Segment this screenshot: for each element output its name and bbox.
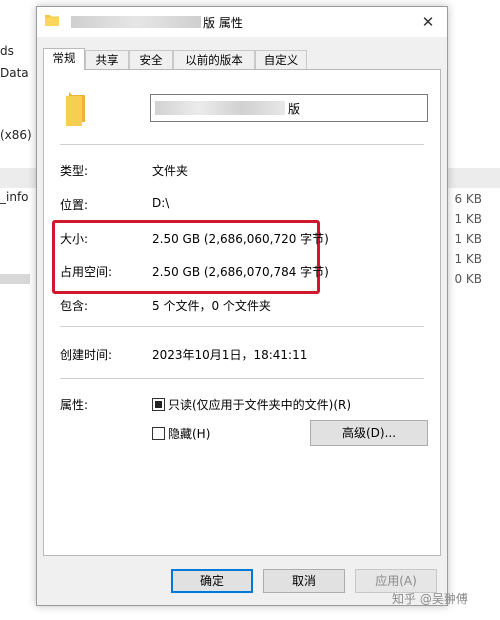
folder-icon xyxy=(45,15,59,26)
title-bar[interactable]: 版 属性 ✕ xyxy=(37,7,447,37)
bg-file-size: 1 KB xyxy=(454,252,482,266)
tab-customize[interactable]: 自定义 xyxy=(255,50,307,69)
location-label: 位置: xyxy=(60,198,89,212)
size-label: 大小: xyxy=(60,232,89,246)
folder-name-input[interactable]: 版 xyxy=(150,94,428,122)
bg-file-size: 1 KB xyxy=(454,212,482,226)
created-value: 2023年10月1日，18:41:11 xyxy=(152,348,308,362)
watermark: 知乎 @吴翀傅 xyxy=(392,592,468,606)
hidden-checkbox[interactable] xyxy=(152,427,165,440)
redacted-folder-name xyxy=(155,101,285,115)
bg-left-item: Data xyxy=(0,66,29,80)
bg-left-item: ds xyxy=(0,44,14,58)
bg-left-item: (x86) xyxy=(0,128,32,142)
bg-left-item: _info xyxy=(0,190,29,204)
type-value: 文件夹 xyxy=(152,164,189,178)
title-redacted-name xyxy=(71,16,201,28)
hidden-checkbox-label[interactable]: 隐藏(H) xyxy=(168,425,210,442)
readonly-checkbox-label[interactable]: 只读(仅应用于文件夹中的文件)(R) xyxy=(168,396,351,413)
divider xyxy=(60,144,424,145)
properties-dialog: 版 属性 ✕ 常规 共享 安全 以前的版本 自定义 版 类型: 文件夹 位置: … xyxy=(36,6,448,606)
tab-security[interactable]: 安全 xyxy=(129,50,173,69)
ok-button[interactable]: 确定 xyxy=(171,569,253,593)
created-label: 创建时间: xyxy=(60,348,113,362)
divider xyxy=(60,326,424,327)
size-on-disk-label: 占用空间: xyxy=(60,265,113,279)
contains-label: 包含: xyxy=(60,299,89,313)
size-value: 2.50 GB (2,686,060,720 字节) xyxy=(152,232,329,246)
bg-blurred-item xyxy=(0,274,30,284)
attributes-label: 属性: xyxy=(60,398,89,412)
type-label: 类型: xyxy=(60,164,89,178)
folder-name-suffix: 版 xyxy=(288,102,301,116)
bg-file-size: 6 KB xyxy=(454,192,482,206)
window-title: 版 属性 xyxy=(203,16,243,30)
size-on-disk-value: 2.50 GB (2,686,070,784 字节) xyxy=(152,265,329,279)
general-tab-panel: 版 类型: 文件夹 位置: D:\ 大小: 2.50 GB (2,686,060… xyxy=(43,69,441,556)
readonly-checkbox[interactable] xyxy=(152,398,165,411)
contains-value: 5 个文件，0 个文件夹 xyxy=(152,299,271,313)
bg-file-size: 0 KB xyxy=(454,272,482,286)
bg-file-size: 1 KB xyxy=(454,232,482,246)
location-value: D:\ xyxy=(152,196,170,210)
cancel-button[interactable]: 取消 xyxy=(263,569,345,593)
tab-sharing[interactable]: 共享 xyxy=(85,50,129,69)
tab-previous-versions[interactable]: 以前的版本 xyxy=(173,50,255,69)
folder-icon xyxy=(66,92,85,126)
advanced-button[interactable]: 高级(D)... xyxy=(310,420,428,446)
tab-general[interactable]: 常规 xyxy=(43,48,85,70)
close-button[interactable]: ✕ xyxy=(417,11,439,33)
divider xyxy=(60,378,424,379)
